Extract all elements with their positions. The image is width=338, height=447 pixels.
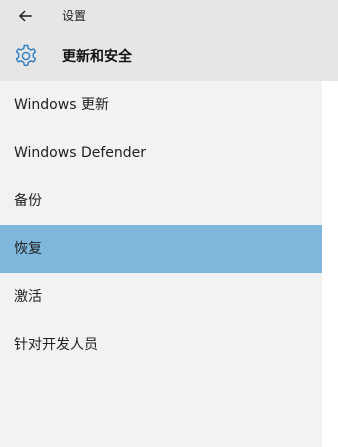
sidebar-item-label: Windows 更新 [14,97,109,113]
sidebar-item-windows-update[interactable]: Windows 更新 [0,81,322,129]
section-header: 更新和安全 [0,33,338,81]
sidebar-item-label: Windows Defender [14,145,147,161]
sidebar-item-for-developers[interactable]: 针对开发人员 [0,321,322,369]
back-arrow-icon [18,10,32,22]
content-edge [322,81,338,447]
sidebar-item-label: 激活 [14,289,42,305]
app-title: 设置 [62,9,87,23]
sidebar-nav: Windows 更新 Windows Defender 备份 恢复 激活 针对开… [0,81,322,447]
back-button[interactable] [8,2,42,30]
settings-window: 设置 更新和安全 Windows 更新 Windows Defender 备份 … [0,0,338,447]
sidebar-item-windows-defender[interactable]: Windows Defender [0,129,322,177]
title-bar: 设置 [0,0,338,33]
sidebar-item-backup[interactable]: 备份 [0,177,322,225]
sidebar-item-label: 备份 [14,193,42,209]
gear-icon [12,43,40,71]
sidebar-item-recovery[interactable]: 恢复 [0,225,322,273]
sidebar-item-activation[interactable]: 激活 [0,273,322,321]
sidebar-item-label: 针对开发人员 [14,337,98,353]
page-title: 更新和安全 [62,49,132,65]
sidebar-item-label: 恢复 [14,241,42,257]
